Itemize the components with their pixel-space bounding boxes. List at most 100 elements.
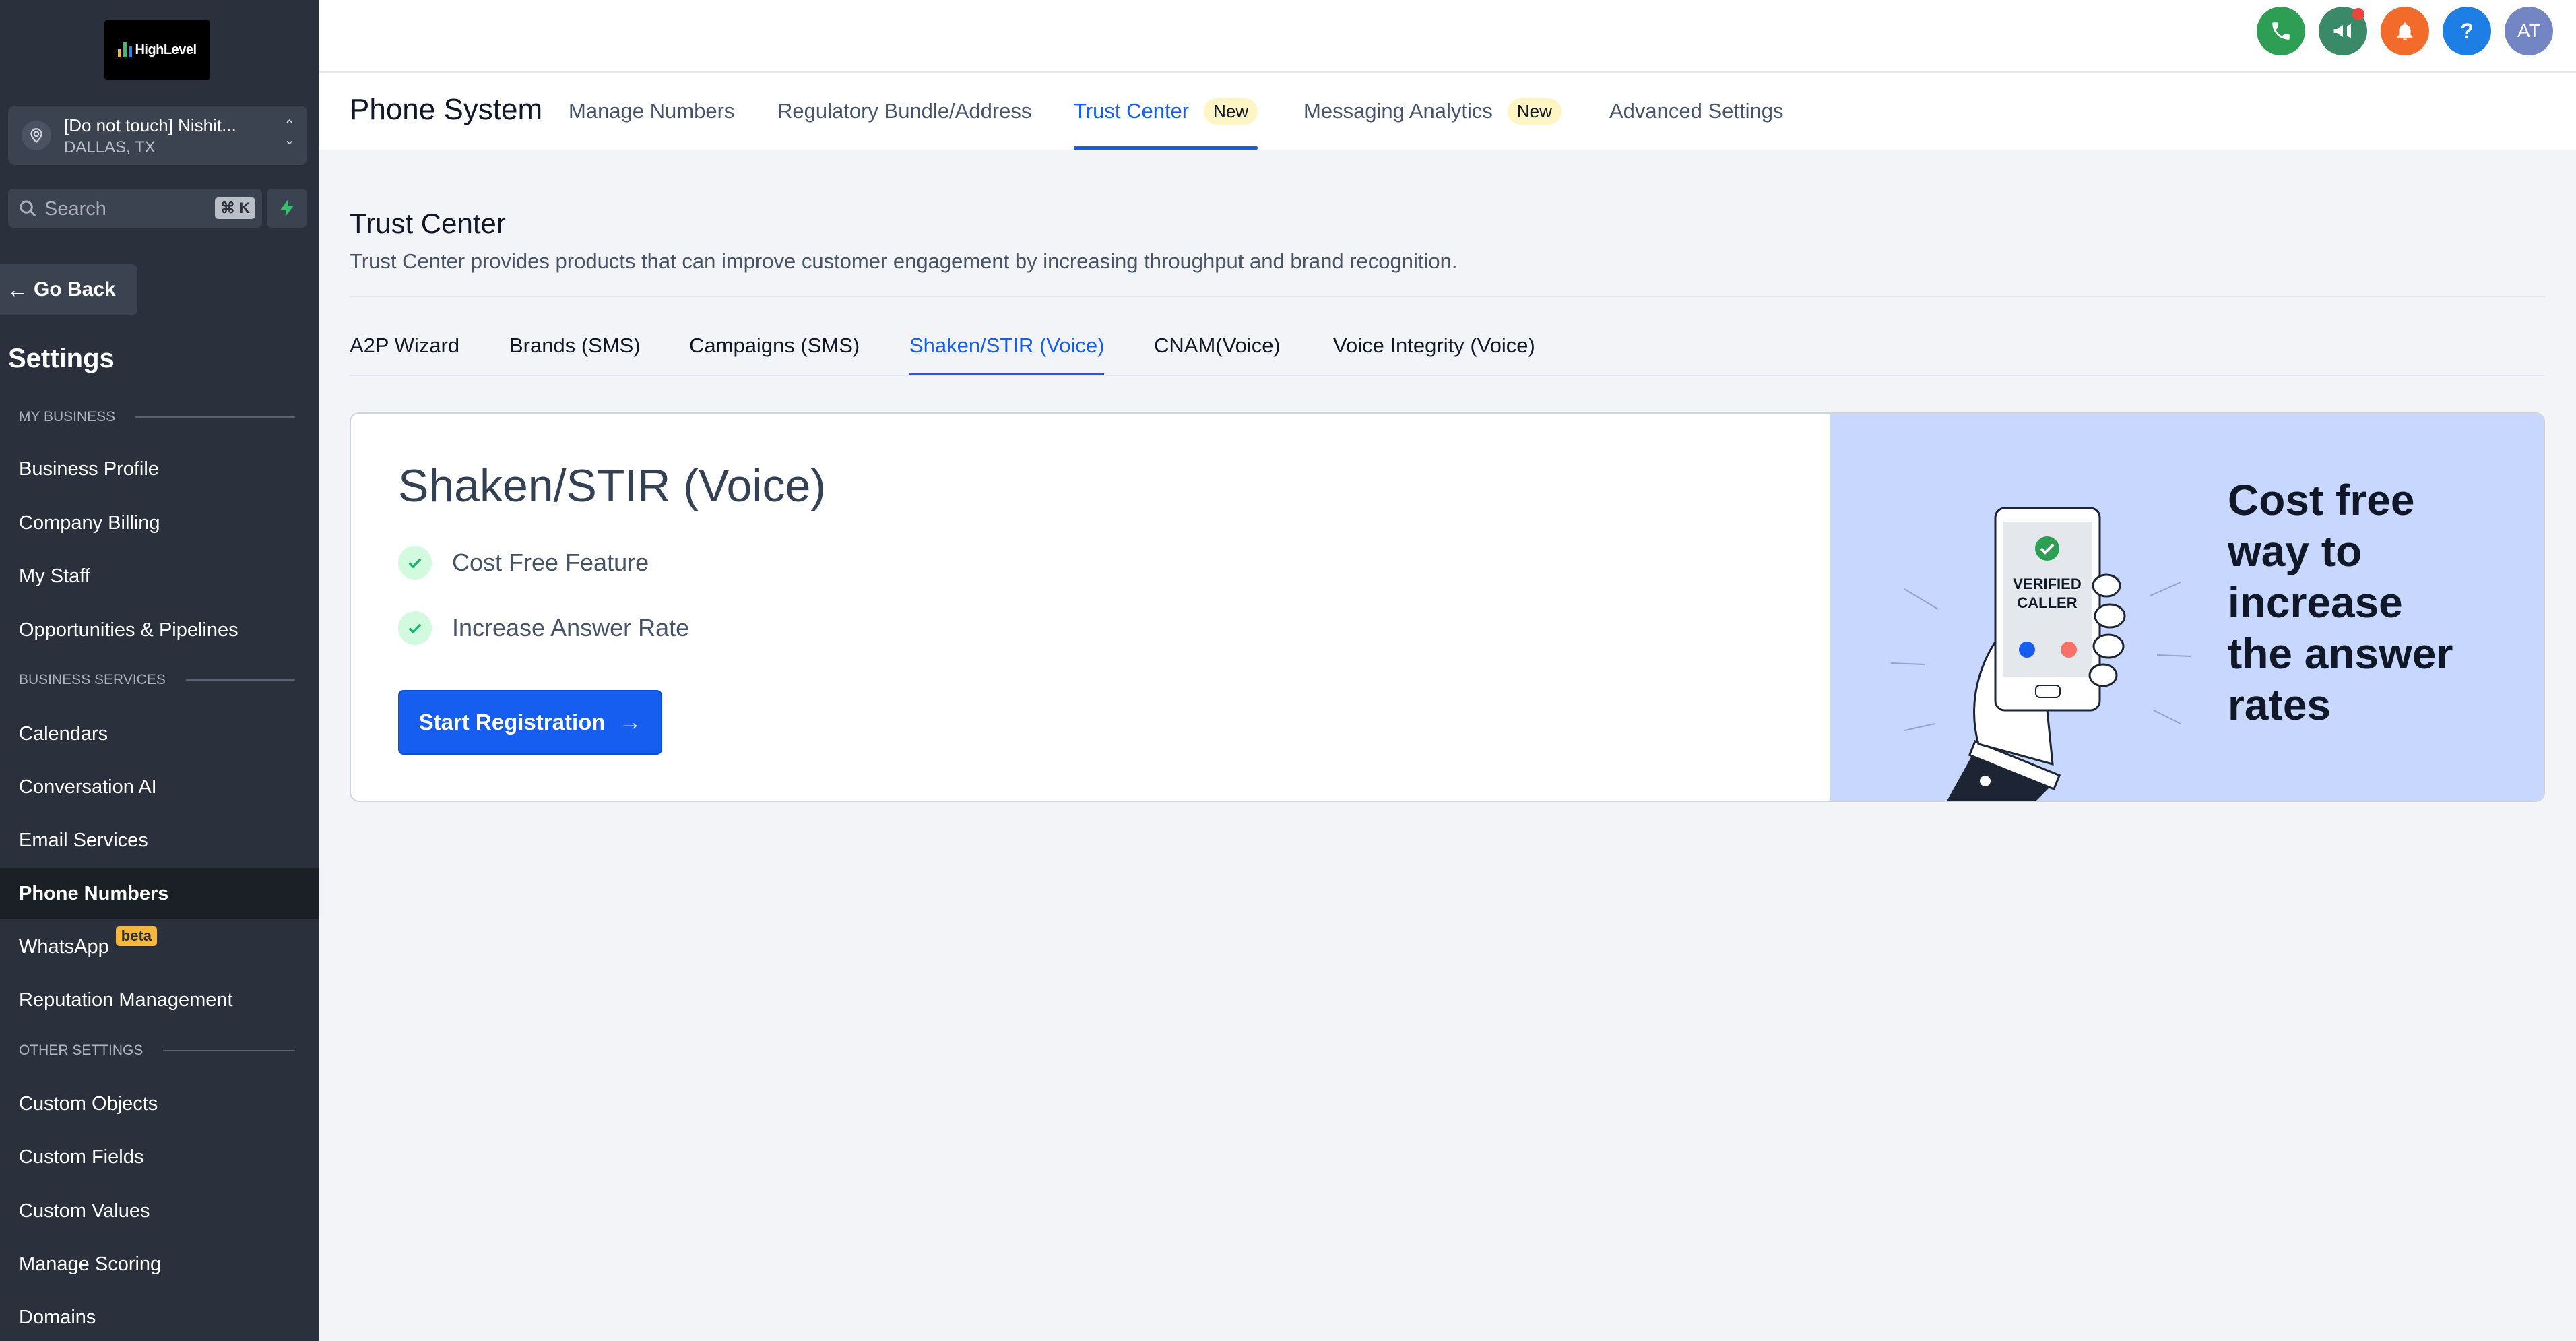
tab-manage-numbers[interactable]: Manage Numbers [569,73,734,150]
sidebar-item-label: Reputation Management [19,989,233,1011]
promo-line: Cost free [2228,476,2415,524]
user-avatar[interactable]: AT [2505,7,2553,55]
feature-label: Cost Free Feature [452,549,649,576]
tab-advanced-settings[interactable]: Advanced Settings [1609,73,1784,150]
section-label-business-services: BUSINESS SERVICES [19,672,295,688]
notification-dot [2352,8,2364,20]
sidebar-item-company-billing[interactable]: Company Billing [0,497,319,549]
section-label-my-business: MY BUSINESS [19,409,295,425]
sidebar-item-label: WhatsApp [19,935,109,958]
tab-shaken-stir-voice[interactable]: Shaken/STIR (Voice) [909,315,1105,376]
tab-label: Shaken/STIR (Voice) [909,334,1105,357]
tab-brands-sms[interactable]: Brands (SMS) [509,315,641,376]
help-icon: ? [2460,18,2474,43]
sidebar-item-phone-numbers[interactable]: Phone Numbers [0,868,319,919]
tab-label: Manage Numbers [569,99,735,123]
feature-item: Increase Answer Rate [398,611,689,645]
location-pin-icon [22,121,51,150]
avatar-initials: AT [2517,20,2540,41]
search-shortcut: ⌘ K [215,197,255,219]
phone-screen-line-2: CALLER [2017,594,2077,611]
sidebar-item-label: Conversation AI [19,776,157,798]
check-icon [398,611,432,645]
tab-label: Advanced Settings [1609,99,1784,123]
section-label-text: OTHER SETTINGS [19,1042,143,1058]
section-description: Trust Center provides products that can … [350,249,1458,273]
bell-icon [2397,22,2413,41]
sidebar-item-reputation[interactable]: Reputation Management [0,974,319,1026]
sidebar-item-my-staff[interactable]: My Staff [0,551,319,602]
sidebar-item-label: My Staff [19,565,90,587]
sidebar-item-custom-values[interactable]: Custom Values [0,1185,319,1237]
megaphone-icon [2333,24,2351,38]
go-back-button[interactable]: ← Go Back [0,264,137,315]
sidebar-item-domains[interactable]: Domains [0,1292,319,1341]
sidebar-item-label: Custom Objects [19,1092,158,1115]
search-input[interactable]: Search ⌘ K [8,189,262,228]
arrow-left-icon: ← [7,277,28,302]
tab-trust-center[interactable]: Trust Center New [1074,73,1258,150]
new-badge: New [1507,98,1561,125]
sidebar-item-whatsapp[interactable]: WhatsApp beta [0,921,319,972]
search-icon [20,200,36,217]
tab-label: Campaigns (SMS) [689,334,860,357]
sidebar-item-custom-fields[interactable]: Custom Fields [0,1131,319,1183]
tab-messaging-analytics[interactable]: Messaging Analytics New [1303,73,1561,150]
sidebar-item-label: Company Billing [19,511,160,534]
promo-text: Cost free way to increase the answer rat… [2228,474,2497,730]
beta-badge: beta [115,926,158,946]
help-button[interactable]: ? [2443,7,2491,55]
new-badge: New [1204,98,1258,125]
sidebar-item-email-services[interactable]: Email Services [0,815,319,866]
sidebar-item-label: Domains [19,1306,96,1328]
arrow-right-icon: → [618,709,642,735]
tab-label: Brands (SMS) [509,334,641,357]
phone-screen-line-1: VERIFIED [2013,575,2081,592]
sidebar-item-label: Custom Fields [19,1146,144,1168]
divider [350,375,2545,376]
button-label: Start Registration [418,710,606,735]
tab-label: Trust Center [1074,99,1190,123]
sidebar-item-label: Opportunities & Pipelines [19,619,238,641]
sidebar-item-label: Phone Numbers [19,882,169,904]
divider [350,296,2545,297]
logo-bars-icon [118,42,133,57]
phone-icon [2272,22,2290,40]
sidebar-item-calendars[interactable]: Calendars [0,708,319,759]
sidebar-item-label: Business Profile [19,458,159,480]
tab-voice-integrity[interactable]: Voice Integrity (Voice) [1333,315,1535,376]
search-placeholder: Search [44,198,106,220]
go-back-label: Go Back [34,278,116,301]
section-label-text: BUSINESS SERVICES [19,672,166,687]
promo-line: increase [2228,578,2403,627]
sidebar-item-business-profile[interactable]: Business Profile [0,443,319,495]
page-title: Phone System [350,93,543,126]
lightning-bolt-icon [280,199,294,217]
highlevel-logo[interactable]: HighLevel [104,20,210,80]
account-name: [Do not touch] Nishit... [64,115,236,135]
card-title: Shaken/STIR (Voice) [398,460,826,511]
sidebar-item-conversation-ai[interactable]: Conversation AI [0,761,319,813]
notifications-button[interactable] [2381,7,2429,55]
start-registration-button[interactable]: Start Registration → [398,690,662,755]
quick-action-button[interactable] [267,189,307,228]
phone-system-nav: Phone System Manage Numbers Regulatory B… [319,73,2576,150]
account-switcher[interactable]: [Do not touch] Nishit... DALLAS, TX ⌃ ⌄ [8,106,307,165]
announcements-button[interactable] [2319,7,2367,55]
top-bar: ? AT [319,0,2576,73]
sidebar-item-opportunities[interactable]: Opportunities & Pipelines [0,604,319,656]
tab-campaigns-sms[interactable]: Campaigns (SMS) [689,315,860,376]
sidebar: HighLevel [Do not touch] Nishit... DALLA… [0,0,319,1341]
sidebar-item-label: Calendars [19,722,108,745]
sidebar-item-manage-scoring[interactable]: Manage Scoring [0,1239,319,1290]
tab-cnam-voice[interactable]: CNAM(Voice) [1154,315,1281,376]
tab-label: CNAM(Voice) [1154,334,1281,357]
phone-button[interactable] [2257,7,2305,55]
promo-panel: VERIFIED CALLER Cost free way to increas… [1830,414,2544,801]
sidebar-item-label: Manage Scoring [19,1253,162,1275]
account-location: DALLAS, TX [64,138,156,156]
tab-a2p-wizard[interactable]: A2P Wizard [350,315,459,376]
section-title: Trust Center [350,208,506,239]
tab-regulatory-bundle[interactable]: Regulatory Bundle/Address [777,73,1031,150]
sidebar-item-custom-objects[interactable]: Custom Objects [0,1078,319,1129]
